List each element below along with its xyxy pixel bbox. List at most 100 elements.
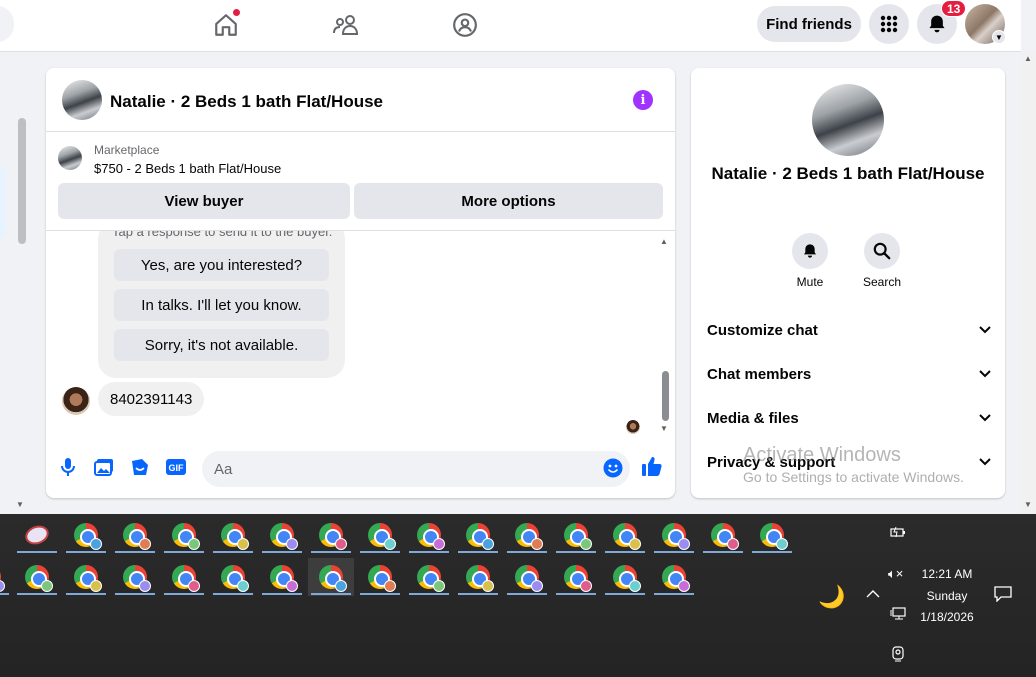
running-indicator bbox=[360, 593, 400, 595]
taskbar-app-button[interactable] bbox=[406, 558, 452, 596]
taskbar-app-button[interactable] bbox=[553, 516, 599, 554]
thumbs-up-icon[interactable] bbox=[641, 455, 663, 477]
selected-conversation-edge[interactable] bbox=[0, 168, 6, 238]
chat-avatar[interactable] bbox=[62, 80, 102, 120]
buyer-avatar[interactable] bbox=[62, 387, 90, 415]
taskbar-app-button[interactable] bbox=[308, 516, 354, 554]
chat-scrollbar-thumb[interactable] bbox=[662, 371, 669, 421]
running-indicator bbox=[409, 593, 449, 595]
listing-thumbnail[interactable] bbox=[58, 146, 82, 170]
taskbar-app-button[interactable] bbox=[602, 558, 648, 596]
taskbar-app-button[interactable] bbox=[259, 516, 305, 554]
home-icon[interactable] bbox=[210, 9, 242, 40]
photo-icon[interactable] bbox=[93, 456, 115, 478]
taskbar-app-button[interactable] bbox=[357, 558, 403, 596]
info-icon[interactable]: i bbox=[633, 90, 653, 110]
more-options-button[interactable]: More options bbox=[354, 183, 663, 219]
running-indicator bbox=[360, 551, 400, 553]
speaker-muted-icon[interactable]: 🔈︎× bbox=[888, 566, 903, 582]
profile-badge-icon bbox=[237, 580, 249, 592]
scroll-down-arrow-icon[interactable]: ▼ bbox=[16, 500, 24, 509]
mute-button[interactable]: Mute bbox=[780, 233, 840, 289]
microphone-icon[interactable] bbox=[57, 456, 79, 478]
find-friends-button[interactable]: Find friends bbox=[757, 6, 861, 42]
clock-day[interactable]: Sunday bbox=[912, 589, 982, 603]
taskbar-app-button[interactable] bbox=[553, 558, 599, 596]
quick-reply-button[interactable]: Yes, are you interested? bbox=[114, 249, 329, 281]
taskbar-app-button[interactable] bbox=[161, 558, 207, 596]
taskbar-app-button[interactable] bbox=[112, 516, 158, 554]
battery-icon[interactable] bbox=[890, 526, 906, 541]
chrome-icon bbox=[270, 523, 298, 550]
taskbar-app-button[interactable] bbox=[455, 558, 501, 596]
message-input[interactable] bbox=[202, 451, 630, 487]
profile-badge-icon bbox=[678, 538, 690, 550]
chrome-icon bbox=[221, 523, 249, 550]
chrome-icon bbox=[417, 523, 445, 550]
taskbar-app-button[interactable] bbox=[210, 558, 256, 596]
clock-time[interactable]: 12:21 AM bbox=[912, 567, 982, 581]
chrome-icon bbox=[319, 565, 347, 592]
taskbar-app-button[interactable] bbox=[504, 558, 550, 596]
notification-center-icon[interactable] bbox=[994, 586, 1012, 605]
chat-title[interactable]: Natalie · 2 Beds 1 bath Flat/House bbox=[110, 92, 383, 112]
taskbar-app-button[interactable] bbox=[308, 558, 354, 596]
chat-scroll-down-icon[interactable]: ▼ bbox=[660, 424, 668, 433]
taskbar-app-button[interactable] bbox=[455, 516, 501, 554]
message-bubble[interactable]: 8402391143 bbox=[98, 382, 205, 416]
network-icon[interactable] bbox=[890, 607, 906, 624]
chat-scroll-up-icon[interactable]: ▲ bbox=[660, 237, 668, 246]
home-notification-dot bbox=[233, 9, 240, 16]
conversation-photo[interactable] bbox=[812, 84, 884, 156]
friends-icon[interactable] bbox=[330, 10, 362, 40]
taskbar-app-button[interactable] bbox=[210, 516, 256, 554]
taskbar-app-button[interactable] bbox=[504, 516, 550, 554]
chat-members-row[interactable]: Chat members bbox=[707, 362, 991, 386]
taskbar-app-button[interactable] bbox=[63, 516, 109, 554]
left-scrollbar-thumb[interactable] bbox=[18, 118, 26, 244]
taskbar-app-button[interactable] bbox=[0, 558, 12, 596]
customize-chat-row[interactable]: Customize chat bbox=[707, 318, 991, 342]
running-indicator bbox=[556, 551, 596, 553]
profile-badge-icon bbox=[482, 538, 494, 550]
sticker-icon[interactable] bbox=[129, 456, 151, 478]
taskbar-app-button[interactable] bbox=[63, 558, 109, 596]
menu-button[interactable] bbox=[869, 4, 909, 44]
chevron-down-icon[interactable]: ▼ bbox=[992, 30, 1006, 44]
running-indicator bbox=[752, 551, 792, 553]
gif-icon[interactable]: GIF bbox=[165, 456, 187, 478]
search-button[interactable]: Search bbox=[852, 233, 912, 289]
quick-reply-button[interactable]: In talks. I'll let you know. bbox=[114, 289, 329, 321]
taskbar-app-button[interactable] bbox=[406, 516, 452, 554]
taskbar-app-button[interactable] bbox=[651, 558, 697, 596]
scroll-down-arrow-icon[interactable]: ▼ bbox=[1024, 500, 1032, 509]
taskbar-app-button[interactable] bbox=[357, 516, 403, 554]
scroll-up-arrow-icon[interactable]: ▲ bbox=[1024, 54, 1032, 63]
running-indicator bbox=[213, 593, 253, 595]
groups-icon[interactable] bbox=[449, 10, 481, 40]
clock-date[interactable]: 1/18/2026 bbox=[912, 610, 982, 624]
taskbar-app-button[interactable] bbox=[112, 558, 158, 596]
taskbar-app-button[interactable] bbox=[259, 558, 305, 596]
listing-price-title[interactable]: $750 - 2 Beds 1 bath Flat/House bbox=[94, 161, 281, 176]
running-indicator bbox=[507, 593, 547, 595]
profile-badge-icon bbox=[580, 580, 592, 592]
search-box-edge[interactable] bbox=[0, 6, 14, 42]
emoji-icon[interactable] bbox=[602, 457, 624, 479]
taskbar-app-button[interactable] bbox=[651, 516, 697, 554]
webcam-icon[interactable] bbox=[891, 646, 905, 665]
taskbar-app-button[interactable] bbox=[700, 516, 746, 554]
moon-icon[interactable]: 🌙 bbox=[818, 584, 845, 610]
media-files-row[interactable]: Media & files bbox=[707, 406, 991, 430]
taskbar-app-button[interactable] bbox=[602, 516, 648, 554]
taskbar-app-button[interactable] bbox=[14, 558, 60, 596]
taskbar-app-button[interactable] bbox=[749, 516, 795, 554]
page-scrollbar[interactable]: ▲ ▼ bbox=[1021, 52, 1036, 514]
taskbar-app-button[interactable] bbox=[161, 516, 207, 554]
taskbar-app-button[interactable] bbox=[14, 516, 60, 554]
profile-badge-icon bbox=[188, 538, 200, 550]
running-indicator bbox=[262, 551, 302, 553]
quick-reply-button[interactable]: Sorry, it's not available. bbox=[114, 329, 329, 361]
chevron-up-icon[interactable] bbox=[866, 586, 880, 601]
view-buyer-button[interactable]: View buyer bbox=[58, 183, 350, 219]
